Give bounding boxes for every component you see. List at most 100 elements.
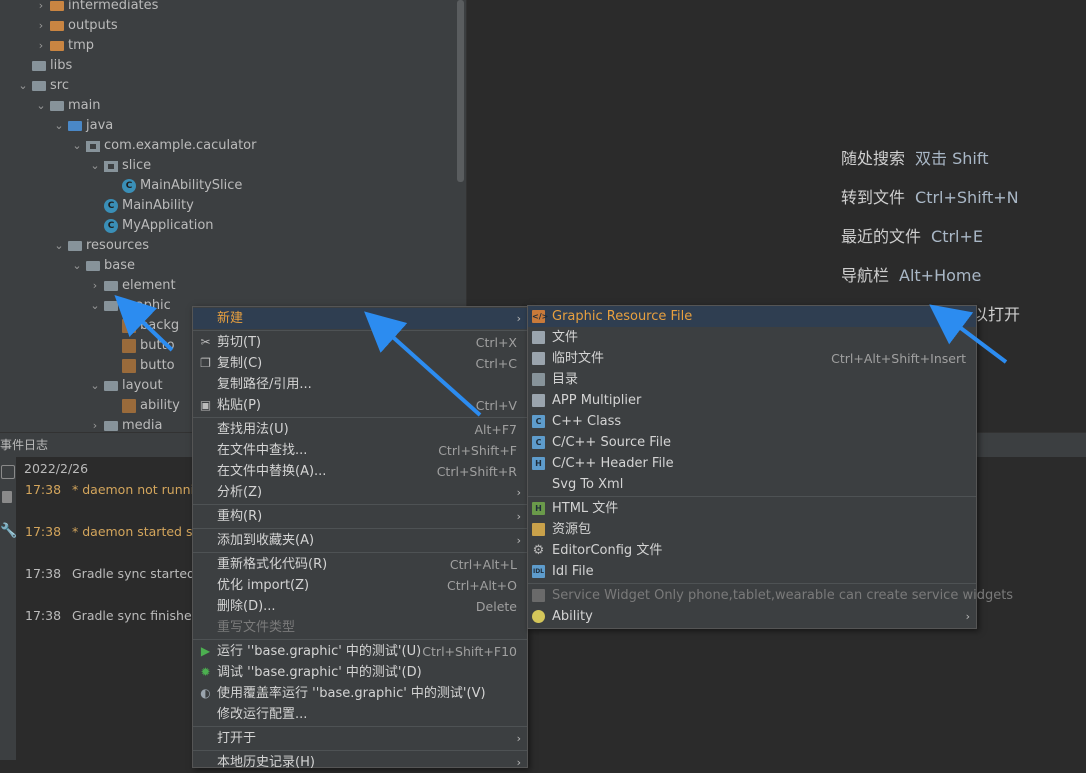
new-submenu-item[interactable]: Ability › bbox=[528, 606, 976, 627]
new-submenu-item[interactable]: H HTML 文件 bbox=[528, 498, 976, 519]
tree-item-label: resources bbox=[86, 238, 150, 253]
wrench-icon[interactable]: 🔧 bbox=[0, 523, 17, 539]
editor-hint-label: 随处搜索 bbox=[841, 149, 906, 168]
tree-item[interactable]: › intermediates bbox=[0, 0, 456, 16]
chevron-down-icon[interactable]: ⌄ bbox=[88, 296, 102, 316]
chevron-down-icon[interactable]: ⌄ bbox=[70, 256, 84, 276]
context-menu-item[interactable]: 修改运行配置... bbox=[193, 704, 527, 725]
new-submenu-item[interactable]: C C++ Class bbox=[528, 411, 976, 432]
context-menu-item[interactable]: ✂ 剪切(T) Ctrl+X bbox=[193, 332, 527, 353]
menu-item-label: C/C++ Header File bbox=[552, 456, 674, 471]
gear-icon: ⚙ bbox=[532, 543, 545, 558]
project-scrollbar[interactable] bbox=[457, 0, 464, 182]
tree-item[interactable]: › tmp bbox=[0, 36, 456, 56]
chevron-right-icon[interactable]: › bbox=[34, 36, 48, 56]
menu-item-shortcut: Ctrl+Shift+F10 bbox=[422, 644, 517, 659]
context-menu-item[interactable]: ◐ 使用覆盖率运行 ''base.graphic' 中的测试'(V) bbox=[193, 683, 527, 704]
context-menu-item[interactable]: 重新格式化代码(R) Ctrl+Alt+L bbox=[193, 554, 527, 575]
menu-item-shortcut: Ctrl+Shift+F bbox=[438, 443, 517, 458]
context-menu-item[interactable]: ✹ 调试 ''base.graphic' 中的测试'(D) bbox=[193, 662, 527, 683]
new-submenu-item[interactable]: 目录 bbox=[528, 369, 976, 390]
folder-orange-icon bbox=[50, 41, 64, 51]
new-submenu-item: Service Widget Only phone,tablet,wearabl… bbox=[528, 585, 1013, 606]
context-menu-item[interactable]: 本地历史记录(H) › bbox=[193, 752, 527, 773]
directory-icon bbox=[532, 373, 545, 386]
editor-hint: 最近的文件 Ctrl+E bbox=[841, 223, 983, 247]
editor-hint-shortcut: Alt+Home bbox=[899, 266, 982, 285]
context-menu-item[interactable]: ❐ 复制(C) Ctrl+C bbox=[193, 353, 527, 374]
chevron-right-icon[interactable]: › bbox=[88, 416, 102, 432]
tree-item[interactable]: C MainAbility bbox=[0, 196, 456, 216]
submenu-chevron-icon: › bbox=[516, 756, 521, 769]
tree-item[interactable]: › outputs bbox=[0, 16, 456, 36]
context-menu-item[interactable]: 打开于 › bbox=[193, 728, 527, 749]
context-menu-item[interactable]: 重构(R) › bbox=[193, 506, 527, 527]
checkmark-icon[interactable] bbox=[1, 465, 15, 479]
new-submenu-item[interactable]: IDL Idl File bbox=[528, 561, 976, 582]
context-menu-item[interactable]: 新建 › bbox=[193, 308, 527, 329]
menu-item-shortcut: Ctrl+X bbox=[475, 335, 517, 350]
log-message[interactable]: * daemon not runnin bbox=[72, 482, 202, 497]
tree-item[interactable]: ⌄ main bbox=[0, 96, 456, 116]
chevron-down-icon[interactable]: ⌄ bbox=[34, 96, 48, 116]
chevron-right-icon[interactable]: › bbox=[88, 276, 102, 296]
context-menu-item[interactable]: 在文件中替换(A)... Ctrl+Shift+R bbox=[193, 461, 527, 482]
tree-item-label: ability bbox=[140, 398, 180, 413]
chevron-down-icon[interactable]: ⌄ bbox=[88, 156, 102, 176]
new-submenu-item[interactable]: 文件 bbox=[528, 327, 976, 348]
tree-item[interactable]: › element bbox=[0, 276, 456, 296]
chevron-down-icon[interactable]: ⌄ bbox=[70, 136, 84, 156]
tree-item[interactable]: ⌄ base bbox=[0, 256, 456, 276]
chevron-down-icon[interactable]: ⌄ bbox=[52, 236, 66, 256]
cpp-class-icon: C bbox=[532, 415, 545, 428]
context-menu-item[interactable]: 分析(Z) › bbox=[193, 482, 527, 503]
menu-item-label: 优化 import(Z) bbox=[217, 578, 310, 593]
run-icon: ▶ bbox=[200, 644, 211, 658]
context-menu-item[interactable]: 删除(D)... Delete bbox=[193, 596, 527, 617]
scissors-icon: ✂ bbox=[200, 335, 211, 349]
menu-item-label: 在文件中查找... bbox=[217, 443, 308, 458]
menu-item-shortcut: Ctrl+Shift+R bbox=[436, 464, 517, 479]
tree-item-label: com.example.caculator bbox=[104, 138, 257, 153]
tree-item[interactable]: ⌄ com.example.caculator bbox=[0, 136, 456, 156]
context-menu-item[interactable]: 在文件中查找... Ctrl+Shift+F bbox=[193, 440, 527, 461]
menu-item-label: 删除(D)... bbox=[217, 599, 276, 614]
menu-item-label: 重写文件类型 bbox=[217, 620, 296, 635]
chevron-down-icon[interactable]: ⌄ bbox=[16, 76, 30, 96]
log-message[interactable]: * daemon started su bbox=[72, 524, 200, 539]
new-submenu-item[interactable]: APP Multiplier bbox=[528, 390, 976, 411]
tree-item[interactable]: libs bbox=[0, 56, 456, 76]
new-submenu-item[interactable]: 临时文件 Ctrl+Alt+Shift+Insert bbox=[528, 348, 976, 369]
menu-separator bbox=[193, 330, 527, 331]
tree-item[interactable]: C MyApplication bbox=[0, 216, 456, 236]
context-menu-item[interactable]: 复制路径/引用... bbox=[193, 374, 527, 395]
context-menu-item[interactable]: 添加到收藏夹(A) › bbox=[193, 530, 527, 551]
chevron-right-icon[interactable]: › bbox=[34, 16, 48, 36]
trash-icon[interactable] bbox=[2, 491, 12, 503]
menu-item-label: 资源包 bbox=[552, 522, 592, 537]
context-menu-item[interactable]: ▶ 运行 ''base.graphic' 中的测试'(U) Ctrl+Shift+F… bbox=[193, 641, 527, 662]
new-submenu-item[interactable]: H C/C++ Header File bbox=[528, 453, 976, 474]
chevron-down-icon[interactable]: ⌄ bbox=[52, 116, 66, 136]
menu-item-label: 添加到收藏夹(A) bbox=[217, 533, 315, 548]
context-menu-item[interactable]: 查找用法(U) Alt+F7 bbox=[193, 419, 527, 440]
folder-icon bbox=[50, 101, 64, 111]
app-multiplier-icon bbox=[532, 394, 545, 407]
tree-item[interactable]: C MainAbilitySlice bbox=[0, 176, 456, 196]
context-menu-item[interactable]: ▣ 粘贴(P) Ctrl+V bbox=[193, 395, 527, 416]
new-submenu-item[interactable]: </> Graphic Resource File bbox=[528, 306, 976, 327]
new-submenu-item[interactable]: 资源包 bbox=[528, 519, 976, 540]
tree-item[interactable]: ⌄ slice bbox=[0, 156, 456, 176]
new-submenu-item[interactable]: Svg To Xml bbox=[528, 474, 976, 495]
chevron-right-icon[interactable]: › bbox=[34, 0, 48, 16]
class-icon: C bbox=[104, 219, 118, 233]
tree-item[interactable]: ⌄ resources bbox=[0, 236, 456, 256]
context-menu-item[interactable]: 优化 import(Z) Ctrl+Alt+O bbox=[193, 575, 527, 596]
new-submenu-item[interactable]: C C/C++ Source File bbox=[528, 432, 976, 453]
tree-item[interactable]: ⌄ src bbox=[0, 76, 456, 96]
chevron-down-icon[interactable]: ⌄ bbox=[88, 376, 102, 396]
new-submenu-item[interactable]: ⚙ EditorConfig 文件 bbox=[528, 540, 976, 561]
folder-icon bbox=[104, 381, 118, 391]
menu-item-label: Service Widget Only phone,tablet,wearabl… bbox=[552, 588, 1014, 603]
tree-item[interactable]: ⌄ java bbox=[0, 116, 456, 136]
